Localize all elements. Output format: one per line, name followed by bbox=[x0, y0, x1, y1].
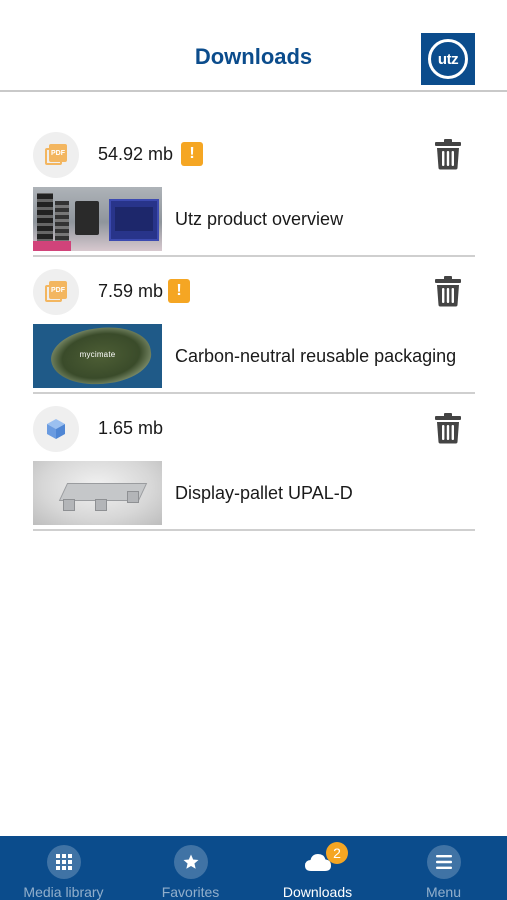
tab-downloads[interactable]: 2 Downloads bbox=[254, 836, 381, 900]
trash-icon[interactable] bbox=[434, 275, 462, 307]
download-item[interactable]: PDF 54.92 mb ! Utz product overview bbox=[33, 120, 475, 257]
tab-label: Downloads bbox=[282, 884, 353, 900]
tab-label: Menu bbox=[425, 884, 462, 900]
downloads-list: PDF 54.92 mb ! Utz product overview PDF … bbox=[33, 120, 475, 531]
trash-icon[interactable] bbox=[434, 412, 462, 444]
trash-icon[interactable] bbox=[434, 138, 462, 170]
download-item[interactable]: PDF 7.59 mb ! mycimate Carbon-neutral re… bbox=[33, 257, 475, 394]
app-header: Downloads utz bbox=[0, 0, 507, 92]
download-title[interactable]: Display-pallet UPAL-D bbox=[175, 483, 353, 504]
tab-favorites[interactable]: Favorites bbox=[127, 836, 254, 900]
download-title[interactable]: Utz product overview bbox=[175, 209, 343, 230]
download-title[interactable]: Carbon-neutral reusable packaging bbox=[175, 346, 456, 367]
tab-media-library[interactable]: Media library bbox=[0, 836, 127, 900]
thumbnail-caption: mycimate bbox=[79, 350, 116, 359]
star-icon bbox=[174, 845, 208, 879]
downloads-badge: 2 bbox=[326, 842, 348, 864]
thumbnail-pallet bbox=[33, 461, 162, 525]
file-size: 7.59 mb bbox=[98, 281, 164, 301]
menu-icon bbox=[427, 845, 461, 879]
bottom-tab-bar: Media library Favorites 2 Downloads Menu bbox=[0, 836, 507, 900]
thumbnail-island: mycimate bbox=[33, 324, 162, 388]
tab-label: Favorites bbox=[161, 884, 220, 900]
warning-icon[interactable]: ! bbox=[181, 142, 203, 166]
tab-label: Media library bbox=[23, 884, 104, 900]
tab-menu[interactable]: Menu bbox=[380, 836, 507, 900]
logo-text: utz bbox=[428, 39, 468, 79]
thumbnail-product-overview bbox=[33, 187, 162, 251]
utz-logo: utz bbox=[421, 33, 475, 85]
warning-icon[interactable]: ! bbox=[168, 279, 190, 303]
cube-icon bbox=[33, 406, 79, 452]
file-size: 1.65 mb bbox=[98, 418, 164, 438]
grid-icon bbox=[47, 845, 81, 879]
download-item[interactable]: 1.65 mb Display-pallet UPAL-D bbox=[33, 394, 475, 531]
file-size: 54.92 mb bbox=[98, 144, 174, 164]
pdf-icon: PDF bbox=[33, 269, 79, 315]
pdf-icon: PDF bbox=[33, 132, 79, 178]
